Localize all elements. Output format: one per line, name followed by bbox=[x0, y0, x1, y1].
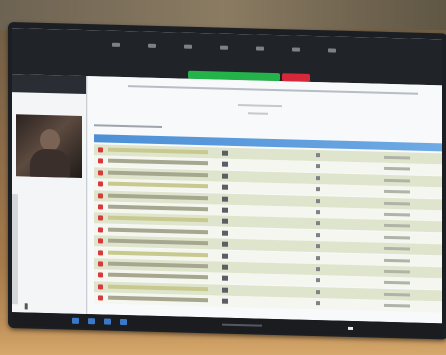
table-cell bbox=[316, 267, 320, 272]
row-status-icon bbox=[98, 227, 103, 233]
table-cell bbox=[316, 210, 320, 215]
table-cell bbox=[108, 284, 208, 292]
table-cell bbox=[222, 264, 228, 270]
table-cell bbox=[316, 255, 320, 260]
row-status-icon bbox=[98, 147, 103, 153]
table-cell bbox=[316, 244, 320, 249]
record-icon[interactable] bbox=[292, 47, 300, 52]
panel-scroll-track[interactable] bbox=[12, 194, 18, 305]
row-status-icon bbox=[98, 295, 103, 301]
row-status-icon bbox=[98, 238, 103, 244]
table-cell bbox=[222, 161, 228, 168]
table-cell bbox=[384, 292, 410, 297]
table-cell bbox=[222, 196, 228, 202]
table-cell bbox=[222, 173, 228, 179]
table-cell bbox=[316, 232, 320, 237]
document-subtitle-2 bbox=[248, 112, 268, 115]
row-status-icon bbox=[98, 181, 103, 187]
table-cell bbox=[108, 273, 208, 280]
table-cell bbox=[316, 289, 320, 294]
mute-icon[interactable] bbox=[112, 42, 120, 47]
table-cell bbox=[108, 238, 208, 246]
share-icon[interactable] bbox=[256, 46, 264, 51]
table-cell bbox=[384, 167, 410, 171]
section-heading bbox=[94, 124, 162, 129]
security-icon[interactable] bbox=[184, 44, 192, 49]
row-status-icon bbox=[98, 192, 103, 199]
table-cell bbox=[316, 187, 320, 192]
start-icon[interactable] bbox=[72, 317, 79, 324]
table-cell bbox=[222, 218, 228, 225]
table-cell bbox=[316, 153, 320, 158]
table-cell bbox=[108, 250, 208, 257]
row-status-icon bbox=[98, 272, 103, 278]
shared-document bbox=[88, 76, 442, 324]
table-cell bbox=[222, 184, 228, 190]
monitor: ▮ bbox=[8, 22, 446, 340]
table-cell bbox=[384, 212, 410, 217]
document-subtitle bbox=[238, 104, 282, 108]
participant-head bbox=[40, 128, 60, 152]
table-cell bbox=[222, 207, 228, 213]
row-status-icon bbox=[98, 170, 103, 176]
table-cell bbox=[384, 178, 410, 183]
participant-video-tile[interactable] bbox=[16, 114, 82, 178]
table-cell bbox=[222, 241, 228, 247]
taskbar-center bbox=[222, 323, 262, 327]
row-status-icon bbox=[98, 249, 103, 256]
cursor-icon: ▮ bbox=[24, 301, 29, 311]
row-status-icon bbox=[98, 261, 103, 267]
table-cell bbox=[108, 216, 208, 223]
row-status-icon bbox=[98, 284, 103, 290]
table-cell bbox=[108, 295, 208, 303]
table-cell bbox=[384, 247, 410, 251]
taskbar-app-icon[interactable] bbox=[120, 318, 127, 326]
table-cell bbox=[222, 298, 228, 304]
table-cell bbox=[384, 281, 410, 285]
table-cell bbox=[384, 155, 410, 160]
row-status-icon bbox=[98, 204, 103, 210]
table-cell bbox=[222, 275, 228, 282]
toolbar-icons bbox=[112, 42, 336, 53]
tray-icon[interactable] bbox=[348, 326, 353, 331]
table-cell bbox=[384, 190, 410, 194]
participants-icon[interactable] bbox=[220, 45, 228, 50]
table-cell bbox=[222, 287, 228, 293]
taskbar-app-icon[interactable] bbox=[104, 318, 111, 325]
table-cell bbox=[384, 224, 410, 228]
row-status-icon bbox=[98, 158, 103, 164]
more-icon[interactable] bbox=[328, 48, 336, 53]
table-cell bbox=[384, 269, 410, 274]
screen: ▮ bbox=[12, 28, 442, 324]
table-cell bbox=[316, 175, 320, 180]
table-cell bbox=[316, 221, 320, 226]
table-cell bbox=[222, 150, 228, 156]
taskbar-app-icon[interactable] bbox=[88, 318, 95, 325]
table-cell bbox=[108, 170, 208, 178]
table-cell bbox=[108, 261, 208, 269]
participant-body bbox=[30, 148, 70, 178]
data-table bbox=[94, 134, 442, 315]
video-icon[interactable] bbox=[148, 43, 156, 48]
table-cell bbox=[108, 204, 208, 212]
row-status-icon bbox=[98, 215, 103, 221]
table-cell bbox=[384, 201, 410, 206]
table-cell bbox=[108, 147, 208, 155]
table-cell bbox=[316, 301, 320, 306]
table-cell bbox=[384, 304, 410, 308]
table-cell bbox=[384, 258, 410, 263]
table-cell bbox=[316, 278, 320, 283]
table-cell bbox=[222, 253, 228, 259]
table-cell bbox=[108, 159, 208, 166]
panel-header bbox=[12, 74, 86, 95]
participants-panel: ▮ bbox=[12, 74, 87, 315]
table-cell bbox=[316, 198, 320, 203]
table-cell bbox=[108, 193, 208, 200]
table-cell bbox=[108, 227, 208, 235]
table-cell bbox=[384, 235, 410, 240]
table-cell bbox=[222, 230, 228, 236]
document-title bbox=[128, 85, 418, 95]
table-cell bbox=[108, 181, 208, 189]
table-cell bbox=[316, 164, 320, 169]
